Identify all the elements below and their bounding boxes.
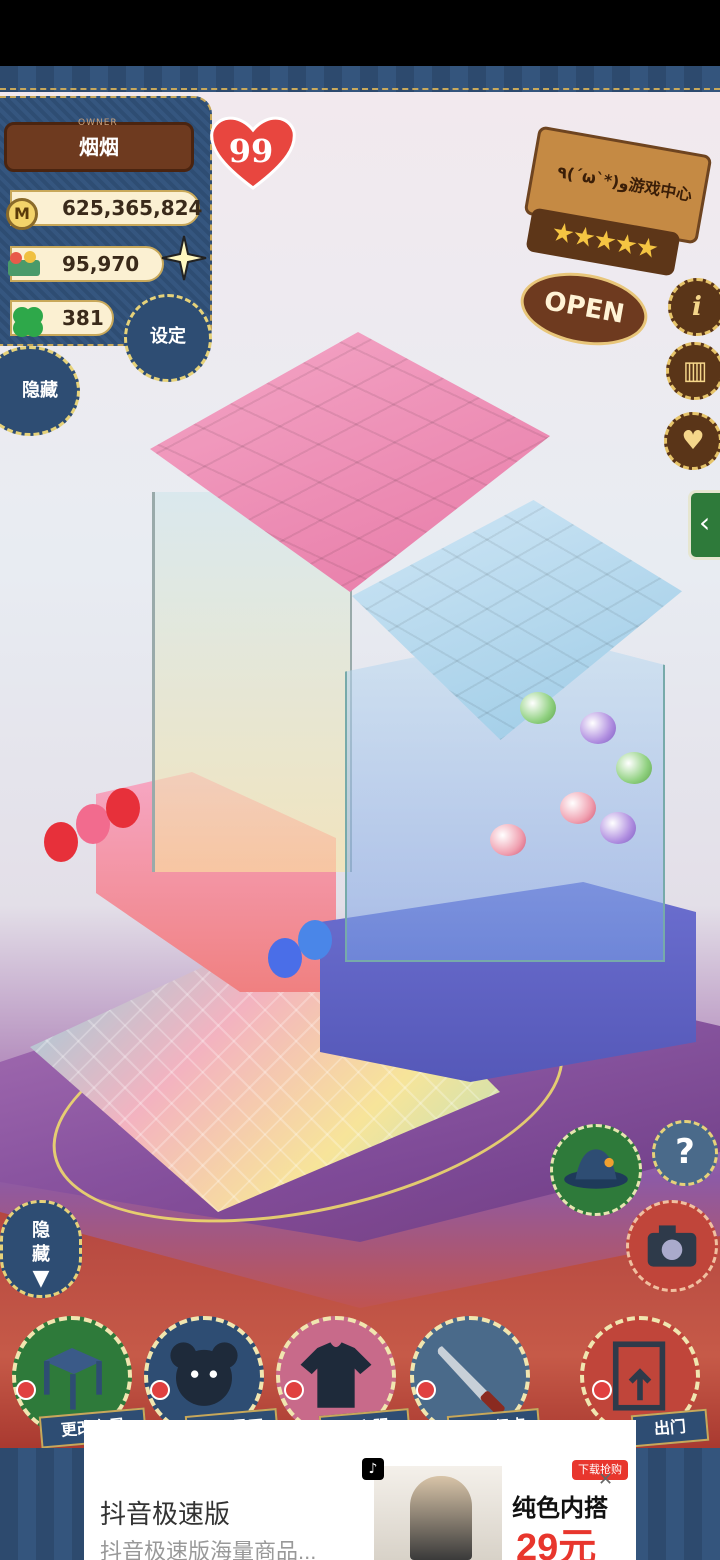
book-button[interactable]: ▥ <box>666 342 720 400</box>
capsule <box>490 824 526 856</box>
tiktok-logo-icon: ♪ <box>362 1458 384 1480</box>
denim-border-top <box>0 66 720 92</box>
balloon <box>44 822 78 862</box>
owner-name: 烟烟 <box>4 122 194 172</box>
pin-icon <box>150 1380 170 1400</box>
pin-icon <box>592 1380 612 1400</box>
heart-icon: ♥ <box>681 426 705 456</box>
go-out-label: 出门 <box>630 1408 710 1448</box>
coin-icon: M <box>6 198 38 230</box>
hide-button-bottom[interactable]: 隐藏 ▼ <box>0 1200 82 1298</box>
owner-tag: OWNER <box>78 118 118 128</box>
sparkle-icon <box>161 235 207 281</box>
capsule <box>580 712 616 744</box>
expand-tab[interactable]: ‹ <box>688 490 720 560</box>
money-counter: 625,365,824 <box>10 190 202 226</box>
capsule <box>616 752 652 784</box>
arrow-down-icon: ▼ <box>32 1266 50 1291</box>
balloon <box>298 920 332 960</box>
balloon <box>76 804 110 844</box>
capsule <box>600 812 636 844</box>
balloon <box>106 788 140 828</box>
pin-icon <box>284 1380 304 1400</box>
pin-icon <box>16 1380 36 1400</box>
info-icon: i <box>692 292 702 322</box>
ad-model-image <box>410 1476 472 1560</box>
clover-icon <box>13 307 43 337</box>
help-button[interactable]: ? <box>652 1120 718 1186</box>
ad-subtitle: 抖音极速版海量商品... <box>100 1539 317 1560</box>
ad-price: 29元 <box>516 1527 597 1560</box>
book-icon: ▥ <box>682 356 708 386</box>
heart-level: 99 <box>228 132 274 170</box>
capsule <box>560 792 596 824</box>
ad-close-icon[interactable]: ✕ <box>598 1470 618 1490</box>
camera-button[interactable] <box>626 1200 718 1292</box>
capsule <box>520 692 556 724</box>
ad-title[interactable]: 抖音极速版 <box>100 1494 230 1531</box>
hide-label: 隐藏 <box>32 1220 50 1265</box>
settings-button[interactable]: 设定 <box>124 294 212 382</box>
info-button[interactable]: i <box>668 278 720 336</box>
heart-button[interactable]: ♥ <box>664 412 720 470</box>
hat-icon <box>564 1149 628 1189</box>
status-bar <box>0 0 720 66</box>
balloon <box>268 938 302 978</box>
pin-icon <box>416 1380 436 1400</box>
camera-icon <box>647 1225 697 1267</box>
chevron-left-icon: ‹ <box>699 506 711 539</box>
basket-icon <box>8 251 40 276</box>
